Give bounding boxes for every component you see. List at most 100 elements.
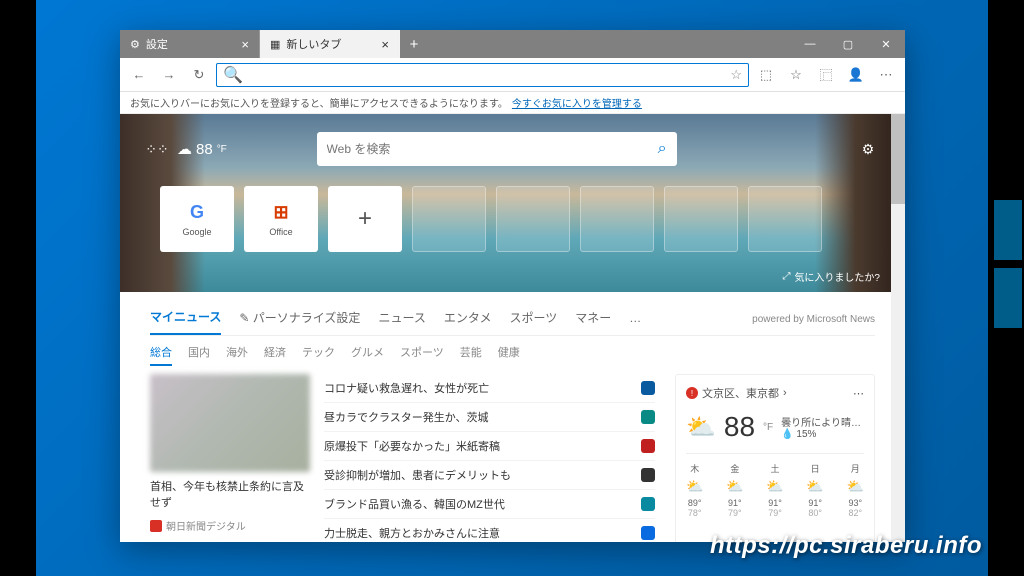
hero-search-input[interactable] [327, 142, 658, 156]
news-list: コロナ疑い救急遅れ、女性が死亡昼カラでクラスター発生か、茨城原爆投下「必要なかっ… [324, 374, 655, 542]
quick-link-tile[interactable]: ⊞Office [244, 186, 318, 252]
forecast-days: 木⛅89°78° 金⛅91°79° 土⛅91°79° 日⛅91°80° 月⛅93°82° [686, 453, 864, 518]
quick-link-tile[interactable] [580, 186, 654, 252]
hero-unit: °F [217, 144, 227, 155]
scrollbar-thumb[interactable] [891, 114, 905, 204]
newtab-icon: ▦ [270, 38, 280, 51]
news-row[interactable]: 受診抑制が増加、患者にデメリットも [324, 461, 655, 490]
close-button[interactable]: ✕ [867, 30, 905, 58]
quick-link-tile[interactable]: GGoogle [160, 186, 234, 252]
source-label: 朝日新聞デジタル [166, 518, 246, 533]
forecast-day[interactable]: 日⛅91°80° [806, 462, 823, 518]
toolbar: ← → ↻ 🔍 ☆ ⬚ ☆ ⿸ 👤 ⋯ [120, 58, 905, 92]
tab-settings[interactable]: ⚙ 設定 × [120, 30, 260, 58]
close-icon[interactable]: × [241, 37, 249, 52]
chevron-right-icon: › [783, 387, 787, 399]
feed-nav-item[interactable]: エンタメ [444, 305, 492, 334]
subnav-item[interactable]: 海外 [226, 344, 248, 366]
subnav-item[interactable]: 総合 [150, 344, 172, 366]
feed-nav-item[interactable]: マイニュース [150, 304, 221, 335]
quick-link-tile[interactable] [664, 186, 738, 252]
close-icon[interactable]: × [381, 37, 389, 52]
feed-nav-item[interactable]: マネー [575, 305, 611, 334]
favbar-text: お気に入りバーにお気に入りを登録すると、簡単にアクセスできるようになります。 [130, 95, 508, 110]
story-title: 首相、今年も核禁止条約に言及せず [150, 478, 310, 510]
favorites-bar: お気に入りバーにお気に入りを登録すると、簡単にアクセスできるようになります。 今… [120, 92, 905, 114]
maximize-button[interactable]: ▢ [829, 30, 867, 58]
quick-links: GGoogle⊞Office+ [160, 186, 822, 252]
subnav-item[interactable]: スポーツ [400, 344, 444, 366]
profile-icon[interactable]: 👤 [843, 62, 869, 88]
favorites-icon[interactable]: ☆ [783, 62, 809, 88]
titlebar: ⚙ 設定 × ▦ 新しいタブ × + — ▢ ✕ [120, 30, 905, 58]
hero-temp: 88 [196, 141, 213, 158]
translate-icon[interactable]: ⬚ [753, 62, 779, 88]
menu-button[interactable]: ⋯ [873, 62, 899, 88]
subnav-item[interactable]: 国内 [188, 344, 210, 366]
forward-button[interactable]: → [156, 62, 182, 88]
subnav-item[interactable]: グルメ [351, 344, 384, 366]
address-input[interactable] [249, 68, 724, 82]
forecast-day[interactable]: 土⛅91°79° [766, 462, 783, 518]
news-row[interactable]: コロナ疑い救急遅れ、女性が死亡 [324, 374, 655, 403]
powered-by: powered by Microsoft News [752, 314, 875, 325]
forecast-day[interactable]: 月⛅93°82° [847, 462, 864, 518]
feed: マイニュース✎ パーソナライズ設定ニュースエンタメスポーツマネー…powered… [120, 292, 905, 542]
favbar-link[interactable]: 今すぐお気に入りを管理する [512, 95, 642, 110]
minimize-button[interactable]: — [791, 30, 829, 58]
scrollbar[interactable] [891, 114, 905, 542]
feed-nav-item[interactable]: スポーツ [509, 305, 557, 334]
story-image [150, 374, 310, 472]
weather-card[interactable]: ! 文京区、東京都 › ⋯ ⛅ 88 °F 曇り所により晴… 💧 15% [675, 374, 875, 542]
conditions: 曇り所により晴… [781, 414, 861, 429]
forecast-day[interactable]: 金⛅91°79° [726, 462, 743, 518]
source-icon [150, 520, 162, 532]
feed-nav-item[interactable]: ニュース [378, 305, 425, 334]
subnav-item[interactable]: 健康 [498, 344, 520, 366]
quick-link-tile[interactable]: + [328, 186, 402, 252]
gear-icon: ⚙ [130, 38, 140, 51]
tab-label: 設定 [146, 36, 168, 52]
location-label: 文京区、東京都 [702, 385, 779, 401]
story-source: 朝日新聞デジタル [150, 518, 310, 533]
favorite-star-icon[interactable]: ☆ [730, 67, 742, 83]
forecast-day[interactable]: 木⛅89°78° [686, 462, 703, 518]
settings-gear-icon[interactable]: ⚙ [856, 137, 880, 161]
quick-link-tile[interactable] [496, 186, 570, 252]
news-row[interactable]: 力士脱走、親方とおかみさんに注意 [324, 519, 655, 542]
collections-icon[interactable]: ⿸ [813, 62, 839, 88]
subnav-item[interactable]: 芸能 [460, 344, 482, 366]
window-controls: — ▢ ✕ [791, 30, 905, 58]
tab-label: 新しいタブ [286, 36, 341, 52]
weather-location: ! 文京区、東京都 › ⋯ [686, 385, 864, 401]
tab-newtab[interactable]: ▦ 新しいタブ × [260, 30, 400, 58]
new-tab-button[interactable]: + [400, 30, 428, 58]
top-story-card[interactable]: 首相、今年も核禁止条約に言及せず 朝日新聞デジタル [150, 374, 310, 542]
waffle-icon[interactable]: ⁘⁘ [145, 137, 169, 161]
news-row[interactable]: ブランド品買い漁る、韓国のMZ世代 [324, 490, 655, 519]
letterbox-left [0, 0, 36, 576]
address-bar[interactable]: 🔍 ☆ [216, 63, 749, 87]
search-icon[interactable]: ⌕ [658, 140, 667, 158]
weather-icon: ☁ [177, 140, 192, 158]
news-row[interactable]: 原爆投下「必要なかった」米紙寄稿 [324, 432, 655, 461]
feed-nav-item[interactable]: … [629, 307, 641, 333]
news-row[interactable]: 昼カラでクラスター発生か、茨城 [324, 403, 655, 432]
refresh-button[interactable]: ↻ [186, 62, 212, 88]
quick-link-tile[interactable] [412, 186, 486, 252]
back-button[interactable]: ← [126, 62, 152, 88]
hero-liked[interactable]: ⤢ 気に入りましたか? [782, 269, 880, 284]
subnav-item[interactable]: 経済 [264, 344, 286, 366]
hero: ⁘⁘ ☁ 88 °F ⌕ ⚙ GGoogle⊞Office+ ⤢ 気に入りました… [120, 114, 905, 292]
quick-link-tile[interactable] [748, 186, 822, 252]
content-area: ⁘⁘ ☁ 88 °F ⌕ ⚙ GGoogle⊞Office+ ⤢ 気に入りました… [120, 114, 905, 542]
expand-icon: ⤢ [782, 271, 790, 282]
subnav-item[interactable]: テック [302, 344, 335, 366]
precip: 💧 15% [781, 429, 861, 440]
more-icon[interactable]: ⋯ [853, 387, 864, 400]
temp-unit: °F [763, 422, 773, 433]
hero-search[interactable]: ⌕ [317, 132, 677, 166]
feed-nav-item[interactable]: ✎ パーソナライズ設定 [239, 305, 360, 334]
hero-weather[interactable]: ☁ 88 °F [177, 140, 227, 158]
hero-liked-label: 気に入りましたか? [794, 269, 880, 284]
